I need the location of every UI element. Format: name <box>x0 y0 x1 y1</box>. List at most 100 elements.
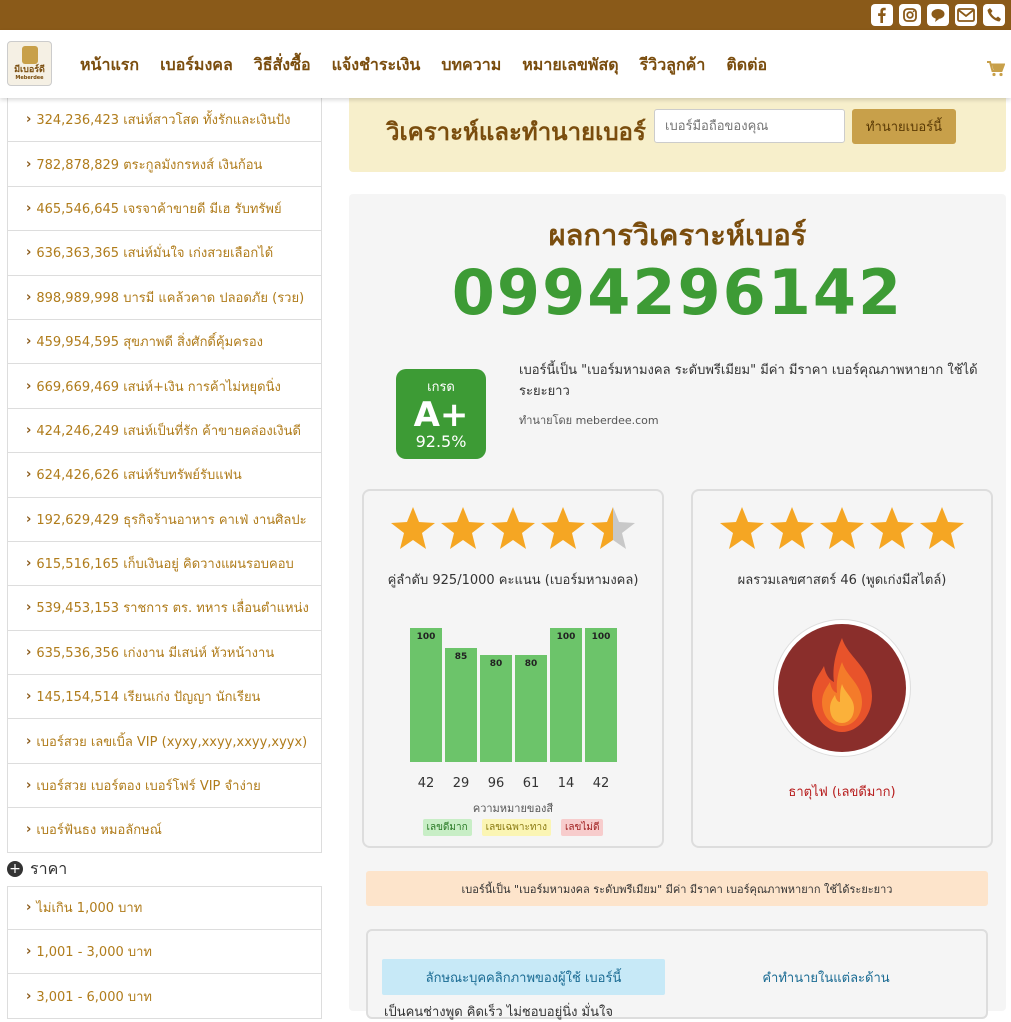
personality-text: เป็นคนช่างพูด คิดเร็ว ไม่ชอบอยู่นิ่ง มั่… <box>384 1005 613 1020</box>
star-icon <box>441 507 485 549</box>
legend-specific: เลขเฉพาะทาง <box>481 819 551 836</box>
prediction-section: ลักษณะบุคคลิกภาพของผู้ใช้ เบอร์นี้ คำทำน… <box>366 929 988 1020</box>
bar-chart-title: ความหมายของสี <box>472 802 554 815</box>
price-item[interactable]: ไม่เกิน 1,000 บาท <box>7 885 322 931</box>
sidebar-item[interactable]: เบอร์ฟันธง หมอลักษณ์ <box>7 808 322 853</box>
result-panel: ผลการวิเคราะห์เบอร์ 0994296142 เกรด A+ 9… <box>349 194 1006 1020</box>
bar-value-label: 100 <box>416 632 436 642</box>
nav-item-reviews[interactable]: รีวิวลูกค้า <box>640 53 706 78</box>
nav-item-tracking[interactable]: หมายเลขพัสดุ <box>522 53 618 78</box>
sidebar-item[interactable]: 539,453,153 ราชการ ตร. ทหาร เลื่อนตำแหน่… <box>7 586 322 631</box>
chart-bar: 80 <box>515 654 547 762</box>
sidebar-item[interactable]: 192,629,429 ธุรกิจร้านอาหาร คาเฟ่ งานศิล… <box>7 497 322 542</box>
bar-value-label: 100 <box>591 632 611 642</box>
star-icon <box>391 507 435 549</box>
grade-description: เบอร์นี้เป็น "เบอร์มหามงคล ระดับพรีเมียม… <box>519 363 978 399</box>
sidebar-item[interactable]: 145,154,514 เรียนเก่ง ปัญญา นักเรียน <box>7 675 322 720</box>
sidebar-item[interactable]: 615,516,165 เก็บเงินอยู่ คิดวางแผนรอบคอบ <box>7 541 322 587</box>
sidebar-item[interactable]: 782,878,829 ตระกูลมังกรหงส์ เงินก้อน <box>7 142 322 187</box>
sidebar-item[interactable]: เบอร์สวย เบอร์ตอง เบอร์โฟร์ VIP จำง่าย <box>7 763 322 809</box>
bar-value-label: 85 <box>454 652 468 663</box>
tab-prediction[interactable]: คำทำนายในแต่ละด้าน <box>706 959 946 995</box>
nav-item-how-to-order[interactable]: วิธีสั่งซื้อ <box>254 53 311 78</box>
sidebar-item[interactable]: 465,546,645 เจรจาค้าขายดี มีเฮ รับทรัพย์ <box>7 186 322 232</box>
mail-icon[interactable] <box>955 4 977 26</box>
pair-score-card: คู่ลำดับ 925/1000 คะแนน (เบอร์มหามงคล) 1… <box>362 489 664 848</box>
star-icon <box>491 507 535 549</box>
element-label: ธาตุไฟ (เลขดีมาก) <box>788 785 896 800</box>
main-navbar: มีเบอร์ดี Meberdee หน้าแรก เบอร์มงคล วิธ… <box>0 30 1011 98</box>
chart-bar: 85 <box>445 648 477 762</box>
bar-category-label: 61 <box>522 776 540 791</box>
chart-bar: 80 <box>480 654 512 762</box>
grade-badge: เกรด A+ 92.5% <box>396 369 486 459</box>
star-icon <box>541 507 585 549</box>
banner-title: วิเคราะห์และทำนายเบอร์ <box>386 118 646 146</box>
color-legend: เลขดีมาก เลขเฉพาะทาง เลขไม่ดี <box>364 819 662 836</box>
sidebar-item[interactable]: 635,536,356 เก่งงาน มีเสน่ห์ หัวหน้างาน <box>7 630 322 676</box>
star-icon <box>720 507 764 549</box>
tab-personality[interactable]: ลักษณะบุคคลิกภาพของผู้ใช้ เบอร์นี้ <box>382 959 665 995</box>
star-icon <box>820 507 864 549</box>
fire-element-icon <box>773 619 911 757</box>
bar-value-label: 100 <box>556 632 576 642</box>
result-title: ผลการวิเคราะห์เบอร์ <box>548 218 807 252</box>
phone-number-input[interactable] <box>654 109 845 143</box>
numerology-label: ผลรวมเลขศาสตร์ 46 (พูดเก่งมีสไตล์) <box>737 573 947 588</box>
instagram-icon[interactable] <box>899 4 921 26</box>
numerology-card: ผลรวมเลขศาสตร์ 46 (พูดเก่งมีสไตล์) ธาตุไ… <box>691 489 993 848</box>
price-item[interactable]: 1,001 - 3,000 บาท <box>7 930 322 975</box>
bar-category-label: 42 <box>417 776 435 791</box>
analysis-banner: วิเคราะห์และทำนายเบอร์ ทำนายเบอร์นี้ <box>349 98 1006 172</box>
nav-item-contact[interactable]: ติดต่อ <box>726 53 767 78</box>
phone-icon[interactable] <box>983 4 1005 26</box>
legend-bad: เลขไม่ดี <box>560 819 604 836</box>
star-icon <box>920 507 964 549</box>
site-logo[interactable]: มีเบอร์ดี Meberdee <box>7 41 52 86</box>
predict-button[interactable]: ทำนายเบอร์นี้ <box>852 109 956 144</box>
cart-icon[interactable] <box>987 61 1006 81</box>
logo-subtext: Meberdee <box>15 74 44 81</box>
top-bar <box>0 0 1011 30</box>
nav-item-lucky-numbers[interactable]: เบอร์มงคล <box>160 53 233 78</box>
chart-bar: 100 <box>410 628 442 762</box>
sidebar-item[interactable]: 636,363,365 เสน่ห์มั่นใจ เก่งสวยเลือกได้ <box>7 231 322 276</box>
nav-item-payment[interactable]: แจ้งชำระเงิน <box>332 53 421 78</box>
bar-value-label: 80 <box>489 658 503 669</box>
star-rating <box>364 505 662 553</box>
star-rating <box>693 505 991 553</box>
price-heading[interactable]: + ราคา <box>7 853 322 886</box>
price-list: ไม่เกิน 1,000 บาท 1,001 - 3,000 บาท 3,00… <box>7 885 322 1019</box>
sidebar: 324,236,423 เสน่ห์สาวโสด ทั้งรักและเงินป… <box>7 98 322 1019</box>
star-icon <box>770 507 814 549</box>
sidebar-item[interactable]: 424,246,249 เสน่ห์เป็นที่รัก ค้าขายคล่อง… <box>7 408 322 454</box>
bar-category-label: 29 <box>452 776 470 791</box>
predicted-by: ทำนายโดย meberdee.com <box>519 414 659 427</box>
sidebar-item[interactable]: เบอร์สวย เลขเบิ้ล VIP (xyxy,xxyy,xxyy,xy… <box>7 719 322 764</box>
sidebar-item[interactable]: 324,236,423 เสน่ห์สาวโสด ทั้งรักและเงินป… <box>7 98 322 143</box>
sidebar-item[interactable]: 898,989,998 บารมี แคล้วคาด ปลอดภัย (รวย) <box>7 275 322 320</box>
sidebar-item[interactable]: 459,954,595 สุขภาพดี สิ่งศักดิ์คุ้มครอง <box>7 319 322 365</box>
star-icon <box>591 507 635 549</box>
plus-circle-icon: + <box>7 861 23 878</box>
price-heading-label: ราคา <box>30 858 68 878</box>
sim-card-icon <box>21 45 38 64</box>
bar-chart-x-labels: 42 29 96 61 14 42 <box>410 776 620 791</box>
grade-label: เกรด <box>427 380 455 395</box>
sidebar-item[interactable]: 624,426,626 เสน่ห์รับทรัพย์รับแฟน <box>7 453 322 498</box>
star-icon <box>870 507 914 549</box>
line-icon[interactable] <box>927 4 949 26</box>
price-item[interactable]: 3,001 - 6,000 บาท <box>7 974 322 1019</box>
chart-bar: 100 <box>585 628 617 762</box>
facebook-icon[interactable] <box>871 4 893 26</box>
nav-item-home[interactable]: หน้าแรก <box>80 53 139 78</box>
nav-item-articles[interactable]: บทความ <box>441 53 501 78</box>
grade-value: A+ <box>413 395 469 435</box>
pair-score-label: คู่ลำดับ 925/1000 คะแนน (เบอร์มหามงคล) <box>387 573 639 588</box>
phone-number: 0994296142 <box>451 256 904 329</box>
sidebar-item[interactable]: 669,669,469 เสน่ห์+เงิน การค้าไม่หยุดนิ่… <box>7 364 322 409</box>
bar-value-label: 80 <box>524 658 538 669</box>
score-bar-chart: 100 85 80 80 100 100 <box>410 621 620 762</box>
legend-good: เลขดีมาก <box>422 819 472 836</box>
summary-note: เบอร์นี้เป็น "เบอร์มหามงคล ระดับพรีเมียม… <box>366 871 988 906</box>
